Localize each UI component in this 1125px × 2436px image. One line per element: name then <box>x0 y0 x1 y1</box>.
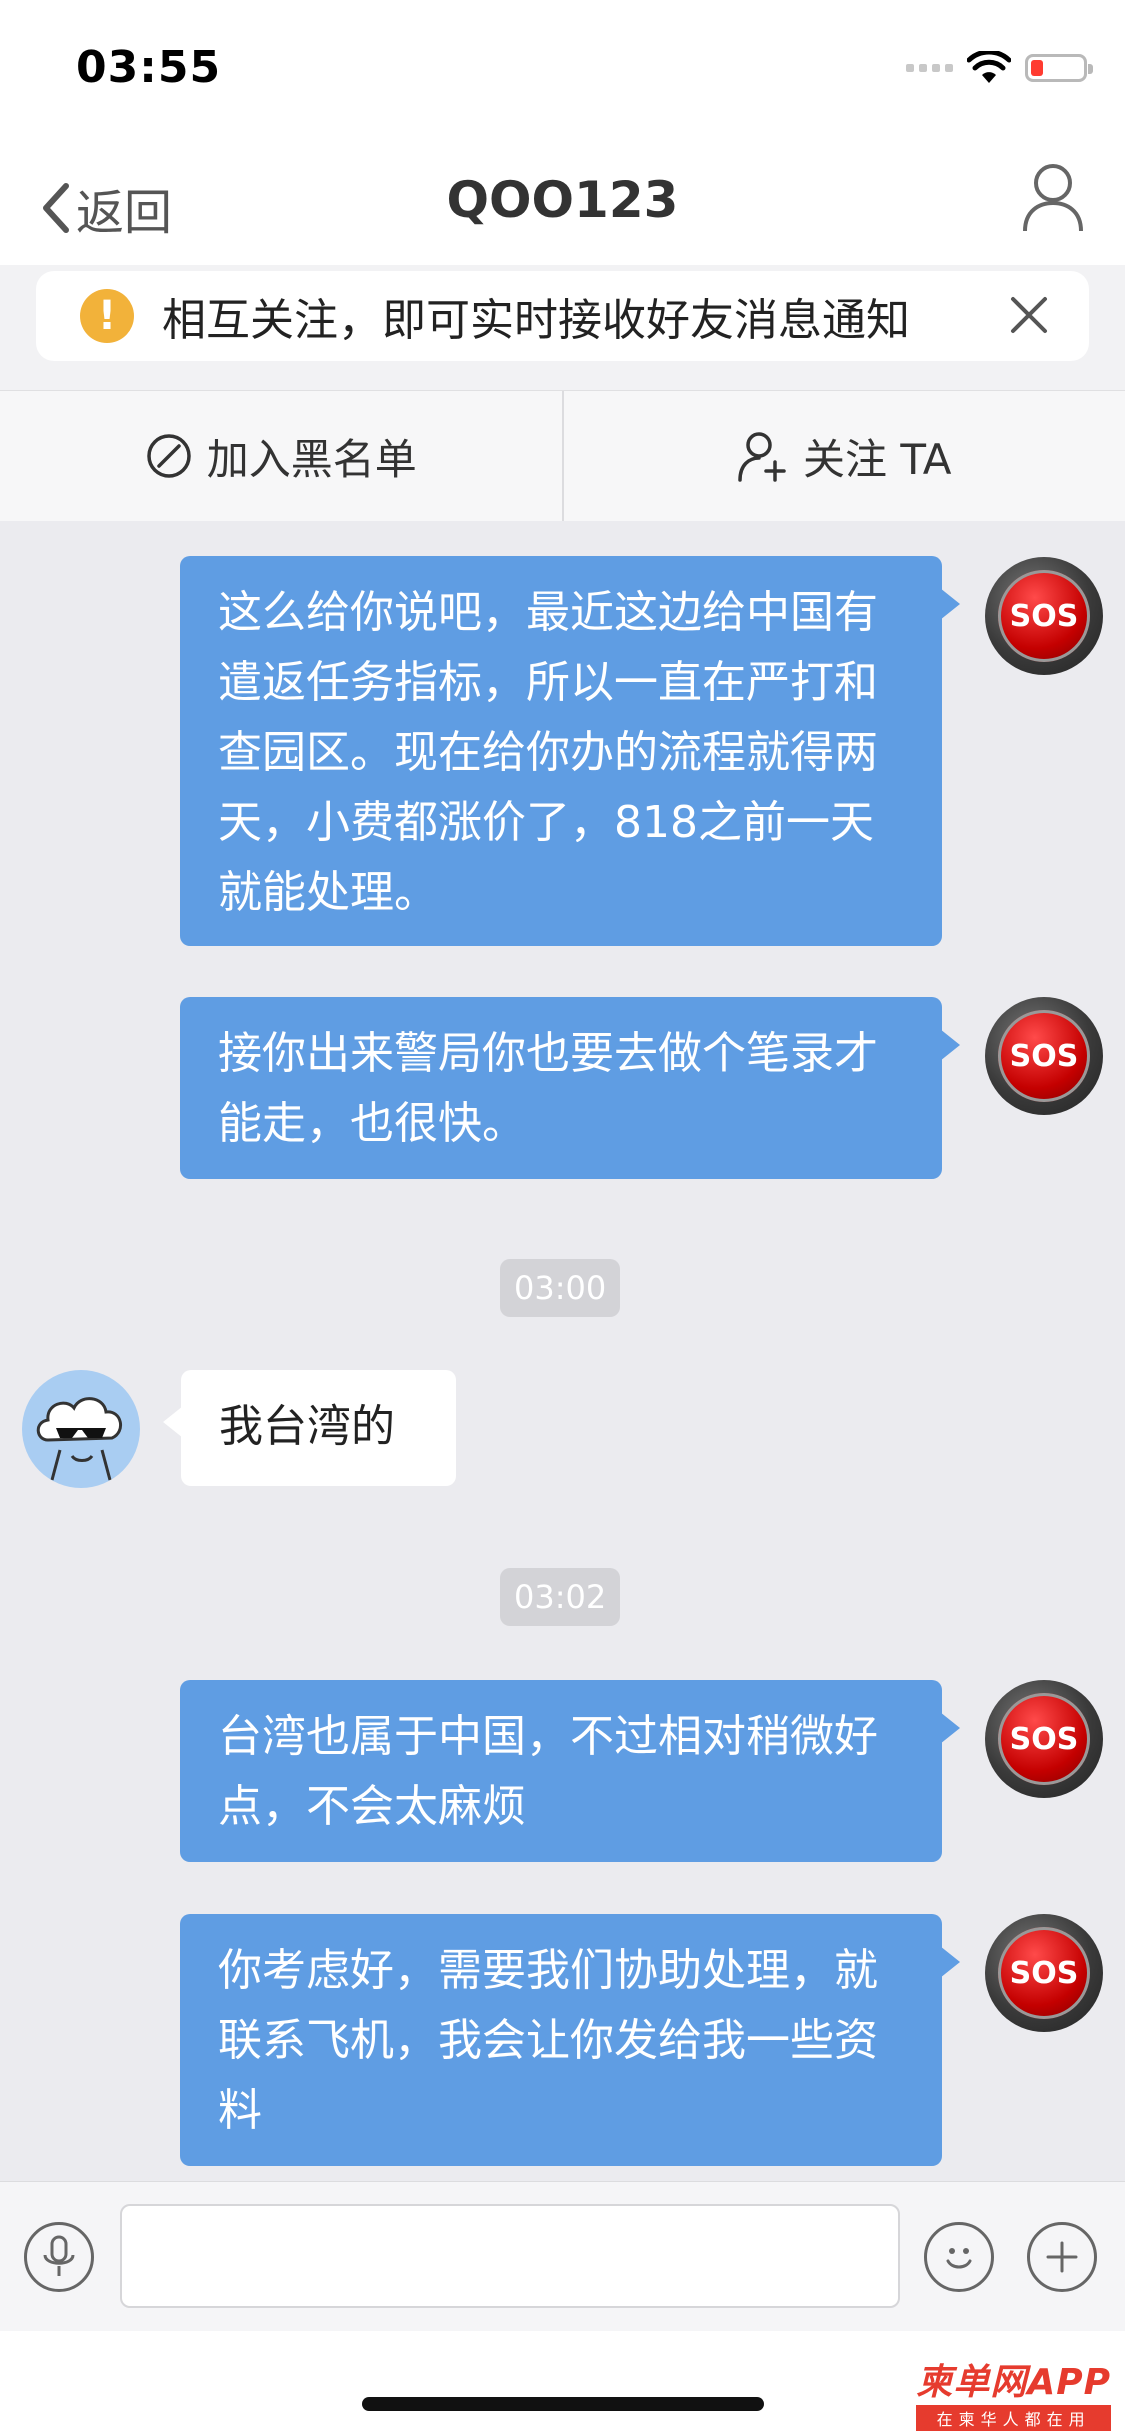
wifi-icon <box>967 51 1011 83</box>
message-bubble-outgoing[interactable]: 接你出来警局你也要去做个笔录才能走，也很快。 <box>180 997 960 1179</box>
watermark-logo: 柬单网APP 在柬华人都在用 <box>916 2353 1111 2431</box>
follow-button[interactable]: 关注 TA <box>564 391 1125 521</box>
sos-avatar-label: SOS <box>998 1927 1090 2019</box>
contact-avatar[interactable] <box>22 1370 140 1488</box>
sos-avatar[interactable]: SOS <box>985 1914 1103 2032</box>
follow-label: 关注 TA <box>803 434 952 484</box>
sos-avatar-label: SOS <box>998 1693 1090 1785</box>
microphone-icon <box>43 2235 75 2276</box>
message-text: 你考虑好，需要我们协助处理，就联系飞机，我会让你发给我一些资料 <box>218 1945 878 2136</box>
message-bubble-outgoing[interactable]: 这么给你说吧，最近这边给中国有遣返任务指标，所以一直在严打和查园区。现在给你办的… <box>180 556 960 946</box>
notice-area: ! 相互关注，即可实时接收好友消息通知 <box>0 265 1125 390</box>
message-text: 我台湾的 <box>219 1401 395 1452</box>
sos-avatar[interactable]: SOS <box>985 997 1103 1115</box>
message-input[interactable] <box>120 2204 900 2308</box>
chat-area[interactable]: 这么给你说吧，最近这边给中国有遣返任务指标，所以一直在严打和查园区。现在给你办的… <box>0 521 1125 2181</box>
warning-icon: ! <box>80 289 134 343</box>
message-bubble-outgoing[interactable]: 你考虑好，需要我们协助处理，就联系飞机，我会让你发给我一些资料 <box>180 1914 960 2166</box>
profile-button[interactable] <box>1021 161 1085 237</box>
cloud-sunglasses-icon <box>36 1397 122 1481</box>
status-icons <box>906 48 1093 88</box>
message-text: 这么给你说吧，最近这边给中国有遣返任务指标，所以一直在严打和查园区。现在给你办的… <box>218 587 878 918</box>
close-icon[interactable] <box>1007 293 1051 337</box>
blacklist-label: 加入黑名单 <box>206 434 417 484</box>
input-bar <box>0 2181 1125 2332</box>
add-user-icon <box>738 432 786 482</box>
action-bar: 加入黑名单 关注 TA <box>0 390 1125 522</box>
follow-notice: ! 相互关注，即可实时接收好友消息通知 <box>36 271 1089 361</box>
sos-avatar-label: SOS <box>998 1010 1090 1102</box>
chat-title: QOO123 <box>446 171 679 229</box>
nav-bar: 返回 QOO123 <box>0 135 1125 265</box>
status-time: 03:55 <box>76 42 222 93</box>
user-icon <box>1023 164 1083 232</box>
sos-avatar-label: SOS <box>998 570 1090 662</box>
timestamp: 03:02 <box>500 1568 621 1626</box>
message-text: 台湾也属于中国，不过相对稍微好点，不会太麻烦 <box>218 1711 878 1832</box>
home-indicator[interactable] <box>362 2397 764 2411</box>
block-icon <box>146 434 191 478</box>
timestamp: 03:00 <box>500 1259 621 1317</box>
voice-button[interactable] <box>24 2222 94 2292</box>
blacklist-button[interactable]: 加入黑名单 <box>0 391 562 521</box>
home-area: 柬单网APP 在柬华人都在用 <box>0 2331 1125 2436</box>
sos-avatar[interactable]: SOS <box>985 1680 1103 1798</box>
plus-icon <box>1046 2241 1078 2273</box>
message-bubble-outgoing[interactable]: 台湾也属于中国，不过相对稍微好点，不会太麻烦 <box>180 1680 960 1862</box>
notice-text: 相互关注，即可实时接收好友消息通知 <box>162 295 910 346</box>
watermark-sub: 在柬华人都在用 <box>916 2405 1111 2431</box>
more-button[interactable] <box>1027 2222 1097 2292</box>
sos-avatar[interactable]: SOS <box>985 557 1103 675</box>
watermark-main: 柬单网APP <box>916 2362 1111 2403</box>
smiley-icon <box>946 2248 972 2269</box>
message-text: 接你出来警局你也要去做个笔录才能走，也很快。 <box>218 1028 878 1149</box>
status-bar: 03:55 <box>0 0 1125 135</box>
cellular-signal-icon <box>906 64 953 72</box>
message-bubble-incoming[interactable]: 我台湾的 <box>163 1370 456 1486</box>
emoji-button[interactable] <box>924 2222 994 2292</box>
battery-icon <box>1025 54 1093 82</box>
